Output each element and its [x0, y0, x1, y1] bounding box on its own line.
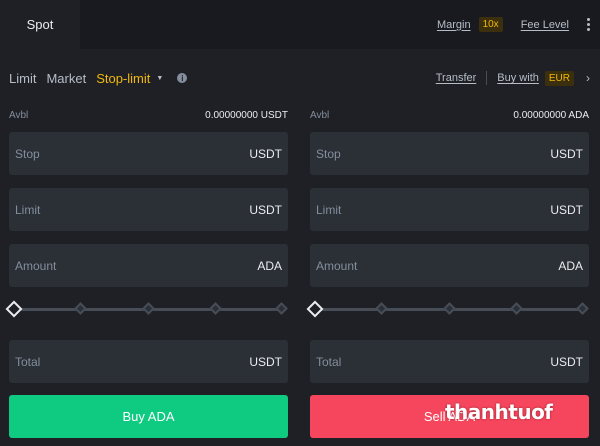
order-type-stop-limit[interactable]: Stop-limit: [96, 71, 150, 86]
order-type-limit[interactable]: Limit: [9, 71, 36, 86]
field-label: Stop: [316, 146, 341, 161]
slider-step-100[interactable]: [275, 302, 288, 315]
field-label: Stop: [15, 146, 40, 161]
buy-total-input[interactable]: Total USDT: [9, 340, 288, 383]
buy-amount-input[interactable]: Amount ADA: [9, 244, 288, 287]
sell-available: Avbl 0.00000000 ADA: [310, 105, 589, 125]
top-right-controls: Margin 10x Fee Level: [437, 0, 590, 49]
field-unit: USDT: [249, 202, 282, 217]
order-actions: Transfer Buy with EUR ›: [436, 68, 590, 88]
sell-panel: Avbl 0.00000000 ADA Stop USDT Limit USDT…: [306, 105, 589, 438]
avbl-label: Avbl: [310, 109, 330, 121]
more-options-icon[interactable]: [587, 18, 590, 31]
slider-step-25[interactable]: [375, 302, 388, 315]
slider-step-50[interactable]: [142, 302, 155, 315]
field-unit: ADA: [558, 258, 583, 273]
buy-with-link[interactable]: Buy with: [497, 72, 539, 84]
slider-step-100[interactable]: [576, 302, 589, 315]
field-label: Amount: [316, 258, 358, 273]
slider-handle[interactable]: [306, 300, 324, 318]
field-label: Limit: [316, 202, 342, 217]
field-label: Total: [316, 354, 342, 369]
buy-stop-input[interactable]: Stop USDT: [9, 132, 288, 175]
tab-spot[interactable]: Spot: [0, 0, 80, 49]
fee-level-link[interactable]: Fee Level: [521, 19, 569, 31]
field-unit: USDT: [550, 146, 583, 161]
top-bar: Spot Margin 10x Fee Level: [0, 0, 600, 49]
buy-panel: Avbl 0.00000000 USDT Stop USDT Limit USD…: [5, 105, 288, 438]
chevron-right-icon[interactable]: ›: [586, 71, 590, 85]
avbl-value: 0.00000000 ADA: [513, 109, 589, 121]
field-label: Limit: [15, 202, 41, 217]
slider-step-50[interactable]: [443, 302, 456, 315]
sell-total-input[interactable]: Total USDT: [310, 340, 589, 383]
slider-handle[interactable]: [5, 300, 23, 318]
buy-available: Avbl 0.00000000 USDT: [9, 105, 288, 125]
leverage-badge[interactable]: 10x: [478, 17, 503, 32]
field-label: Total: [15, 354, 41, 369]
field-label: Amount: [15, 258, 57, 273]
sell-percent-slider[interactable]: [306, 300, 589, 318]
field-unit: USDT: [550, 202, 583, 217]
sell-limit-input[interactable]: Limit USDT: [310, 188, 589, 231]
caret-down-icon[interactable]: ▼: [156, 75, 163, 82]
sell-amount-input[interactable]: Amount ADA: [310, 244, 589, 287]
watermark-logo: thanhtuof: [445, 400, 553, 424]
order-type-tabs: Limit Market Stop-limit ▼ i: [9, 68, 188, 88]
buy-percent-slider[interactable]: [5, 300, 288, 318]
field-unit: USDT: [249, 354, 282, 369]
buy-limit-input[interactable]: Limit USDT: [9, 188, 288, 231]
avbl-label: Avbl: [9, 109, 29, 121]
divider: [486, 71, 488, 85]
field-unit: USDT: [550, 354, 583, 369]
slider-step-75[interactable]: [209, 302, 222, 315]
margin-link[interactable]: Margin: [437, 19, 471, 31]
slider-step-75[interactable]: [510, 302, 523, 315]
sell-stop-input[interactable]: Stop USDT: [310, 132, 589, 175]
slider-step-25[interactable]: [74, 302, 87, 315]
info-icon[interactable]: i: [177, 73, 188, 83]
buy-ada-button[interactable]: Buy ADA: [9, 395, 288, 438]
field-unit: ADA: [257, 258, 282, 273]
order-type-market[interactable]: Market: [46, 71, 86, 86]
transfer-link[interactable]: Transfer: [436, 72, 477, 84]
field-unit: USDT: [249, 146, 282, 161]
currency-badge[interactable]: EUR: [544, 70, 574, 86]
avbl-value: 0.00000000 USDT: [205, 109, 288, 121]
